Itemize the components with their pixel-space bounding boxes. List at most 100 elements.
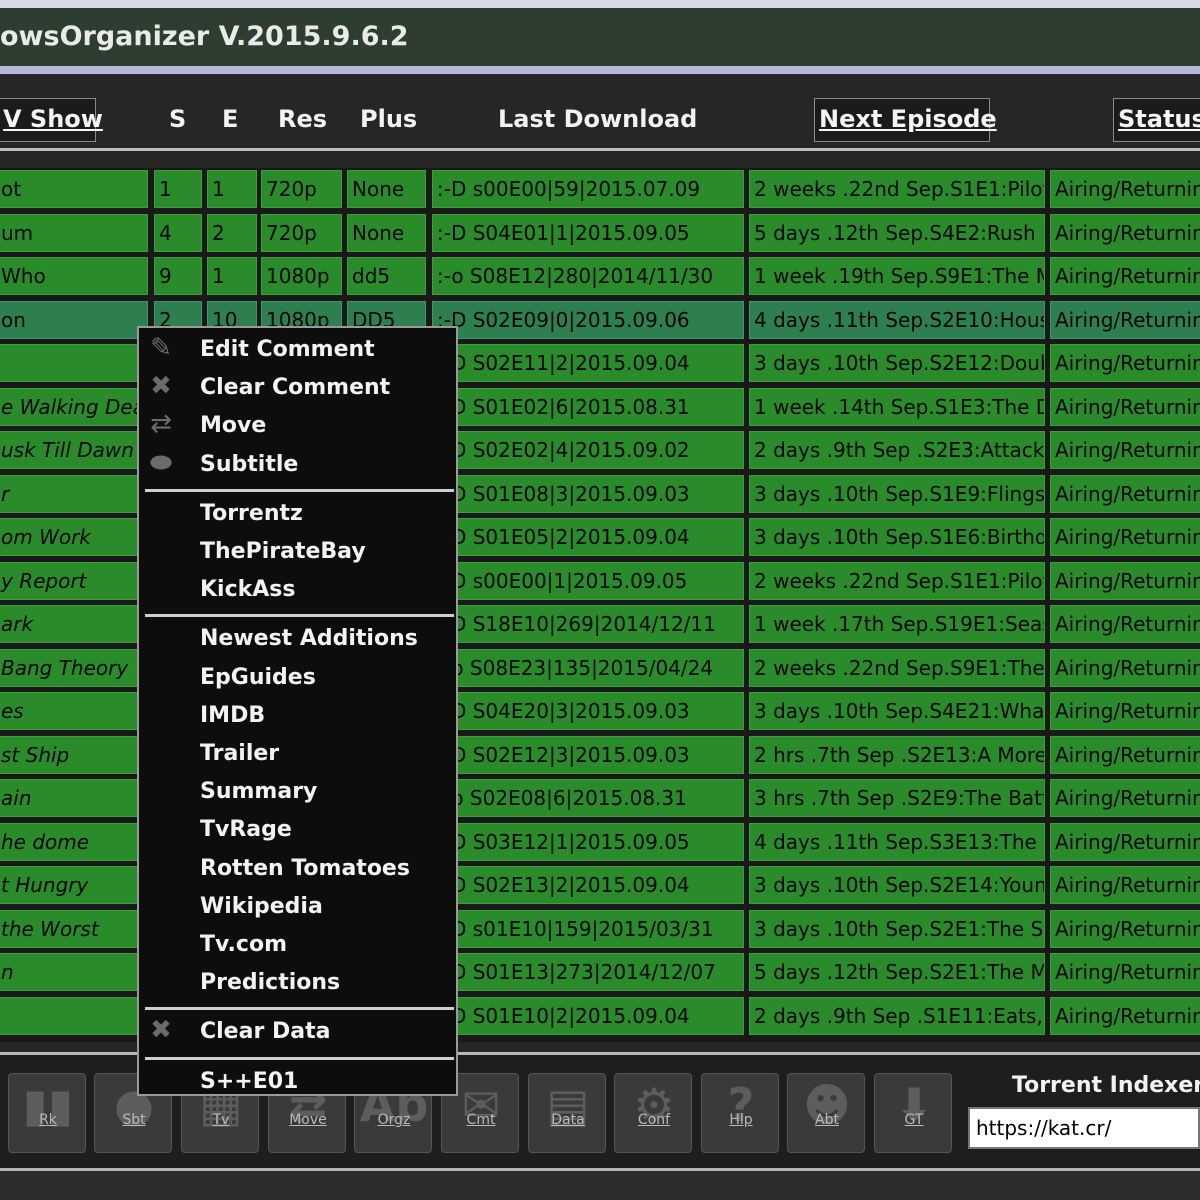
cell-status[interactable]: Airing/Returning [1050,822,1200,861]
next-episode-column-button[interactable]: Next Episode [814,98,997,142]
cell-resolution[interactable]: 720p [261,213,342,252]
menu-item-tvrage[interactable]: TvRage [139,810,456,848]
cell-show[interactable]: e Walking Dead [0,387,148,426]
cell-show[interactable]: ain [0,779,148,817]
cell-last-download[interactable]: :-D s01E10|159|2015/03/31 [432,909,744,948]
cell-next-episode[interactable]: 4 days .11th Sep.S2E10:House [749,300,1045,339]
cell-status[interactable]: Airing/Returning [1050,344,1200,382]
cell-status[interactable]: Airing/Returning [1050,648,1200,687]
cell-show[interactable]: n [0,953,148,991]
cell-next-episode[interactable]: 3 days .10th Sep.S2E12:Doub [749,344,1045,382]
cell-last-download[interactable]: :-D S01E05|2|2015.09.04 [432,518,744,556]
cell-plus[interactable]: dd5 [347,257,426,295]
cell-status[interactable]: Airing/Returning [1050,605,1200,643]
menu-item-clear-data[interactable]: ✖ Clear Data [139,1012,456,1050]
cell-next-episode[interactable]: 5 days .12th Sep.S4E2:Rush H [749,213,1045,252]
cell-resolution[interactable]: 1080p [261,257,342,295]
status-column-button[interactable]: Status [1113,98,1200,142]
menu-item-trailer[interactable]: Trailer [139,734,456,772]
cell-plus[interactable]: None [347,213,426,252]
cell-last-download[interactable]: :-D S01E08|3|2015.09.03 [432,474,744,513]
cell-status[interactable]: Airing/Returning [1050,387,1200,426]
cell-status[interactable]: Airing/Returning [1050,866,1200,904]
menu-item-wikipedia[interactable]: Wikipedia [139,887,456,925]
menu-item-imdb[interactable]: IMDB [139,696,456,734]
menu-item-torrentz[interactable]: Torrentz [139,494,456,532]
cell-episode[interactable]: 2 [207,213,257,252]
menu-item-tv-com[interactable]: Tv.com [139,925,456,963]
cell-show[interactable]: st Ship [0,735,148,774]
cell-resolution[interactable]: 720p [261,170,342,208]
cell-show[interactable]: ot [0,170,148,208]
cell-last-download[interactable]: :-D S02E12|3|2015.09.03 [432,735,744,774]
cell-status[interactable]: Airing/Returning [1050,561,1200,600]
cell-status[interactable]: Airing/Returning [1050,213,1200,252]
cell-status[interactable]: Airing/Returning [1050,996,1200,1035]
cell-last-download[interactable]: :-D S02E13|2|2015.09.04 [432,866,744,904]
cell-next-episode[interactable]: 3 days .10th Sep.S2E14:Young [749,866,1045,904]
cell-last-download[interactable]: :-D s00E00|1|2015.09.05 [432,561,744,600]
cell-show[interactable]: ark [0,605,148,643]
cell-last-download[interactable]: :-D S01E10|2|2015.09.04 [432,996,744,1035]
menu-item-move[interactable]: ⇄ Move [139,406,456,444]
cell-show[interactable]: t Hungry [0,866,148,904]
cell-last-download[interactable]: :-o S08E12|280|2014/11/30 [432,257,744,295]
cell-next-episode[interactable]: 2 weeks .22nd Sep.S1E1:Pilot [749,170,1045,208]
cell-last-download[interactable]: :-D S02E02|4|2015.09.02 [432,431,744,469]
menu-item-subtitle[interactable]: ⬬ Subtitle [139,445,456,483]
table-row[interactable]: Who 9 1 1080p dd5:-o S08E12|280|2014/11/30 1 … [0,257,1200,295]
cell-last-download[interactable]: :-D S04E20|3|2015.09.03 [432,692,744,730]
cell-show[interactable]: usk Till Dawn [0,431,148,469]
cell-next-episode[interactable]: 1 week .14th Sep.S1E3:The D [749,387,1045,426]
cell-episode[interactable]: 1 [207,170,257,208]
menu-item-kickass[interactable]: KickAss [139,570,456,608]
cell-next-episode[interactable]: 4 days .11th Sep.S3E13:The E [749,822,1045,861]
cell-status[interactable]: Airing/Returning [1050,518,1200,556]
cell-last-download[interactable]: :-D S02E11|2|2015.09.04 [432,344,744,382]
cell-status[interactable]: Airing/Returning [1050,735,1200,774]
cell-show[interactable]: he dome [0,822,148,861]
rk-toolbar-button[interactable]: ▮▮ Rk [8,1073,86,1153]
cell-show[interactable]: the Worst [0,909,148,948]
menu-item-edit-comment[interactable]: ✎ Edit Comment [139,330,456,368]
cell-status[interactable]: Airing/Returning [1050,909,1200,948]
cell-next-episode[interactable]: 5 days .12th Sep.S2E1:The Mi [749,953,1045,991]
cell-last-download[interactable]: :-D S01E02|6|2015.08.31 [432,387,744,426]
cell-next-episode[interactable]: 2 days .9th Sep .S1E11:Eats, S [749,996,1045,1035]
cell-last-download[interactable]: :-o S02E08|6|2015.08.31 [432,779,744,817]
menu-item-clear-comment[interactable]: ✖ Clear Comment [139,368,456,406]
cell-status[interactable]: Airing/Returning [1050,779,1200,817]
menu-item-thepiratebay[interactable]: ThePirateBay [139,532,456,570]
table-row[interactable]: um 4 2 720p None:-D S04E01|1|2015.09.05 5 day… [0,213,1200,252]
cell-status[interactable]: Airing/Returning [1050,474,1200,513]
cell-status[interactable]: Airing/Returning [1050,692,1200,730]
menu-item-newest-additions[interactable]: Newest Additions [139,619,456,657]
conf-toolbar-button[interactable]: ⚙ Conf [614,1073,692,1153]
cell-last-download[interactable]: :-D S01E13|273|2014/12/07 [432,953,744,991]
cell-status[interactable]: Airing/Returning [1050,953,1200,991]
cell-show[interactable]: om Work [0,518,148,556]
menu-item-summary[interactable]: Summary [139,772,456,810]
cell-next-episode[interactable]: 2 hrs .7th Sep .S2E13:A More [749,735,1045,774]
cell-next-episode[interactable]: 3 days .10th Sep.S1E6:Birthda [749,518,1045,556]
cell-show[interactable] [0,344,148,382]
cell-next-episode[interactable]: 1 week .19th Sep.S9E1:The M [749,257,1045,295]
cell-last-download[interactable]: :-D s00E00|59|2015.07.09 [432,170,744,208]
cell-next-episode[interactable]: 3 days .10th Sep.S2E1:The Sv [749,909,1045,948]
cell-last-download[interactable]: :-o S08E23|135|2015/04/24 [432,648,744,687]
cell-show[interactable]: on [0,300,148,339]
cell-show[interactable]: Who [0,257,148,295]
torrent-indexer-input[interactable] [968,1107,1200,1149]
cell-next-episode[interactable]: 2 weeks .22nd Sep.S1E1:Pilot [749,561,1045,600]
menu-item-predictions[interactable]: Predictions [139,963,456,1001]
cell-season[interactable]: 9 [154,257,202,295]
cell-last-download[interactable]: :-D S03E12|1|2015.09.05 [432,822,744,861]
menu-item-rotten-tomatoes[interactable]: Rotten Tomatoes [139,849,456,887]
menu-item-s-e01[interactable]: S++E01 [139,1062,456,1100]
cell-episode[interactable]: 1 [207,257,257,295]
cell-show[interactable]: es [0,692,148,730]
table-row[interactable]: ot 1 1 720p None:-D s00E00|59|2015.07.09 2 we… [0,170,1200,208]
cell-status[interactable]: Airing/Returning [1050,300,1200,339]
cell-next-episode[interactable]: 2 weeks .22nd Sep.S9E1:The [749,648,1045,687]
cell-season[interactable]: 1 [154,170,202,208]
